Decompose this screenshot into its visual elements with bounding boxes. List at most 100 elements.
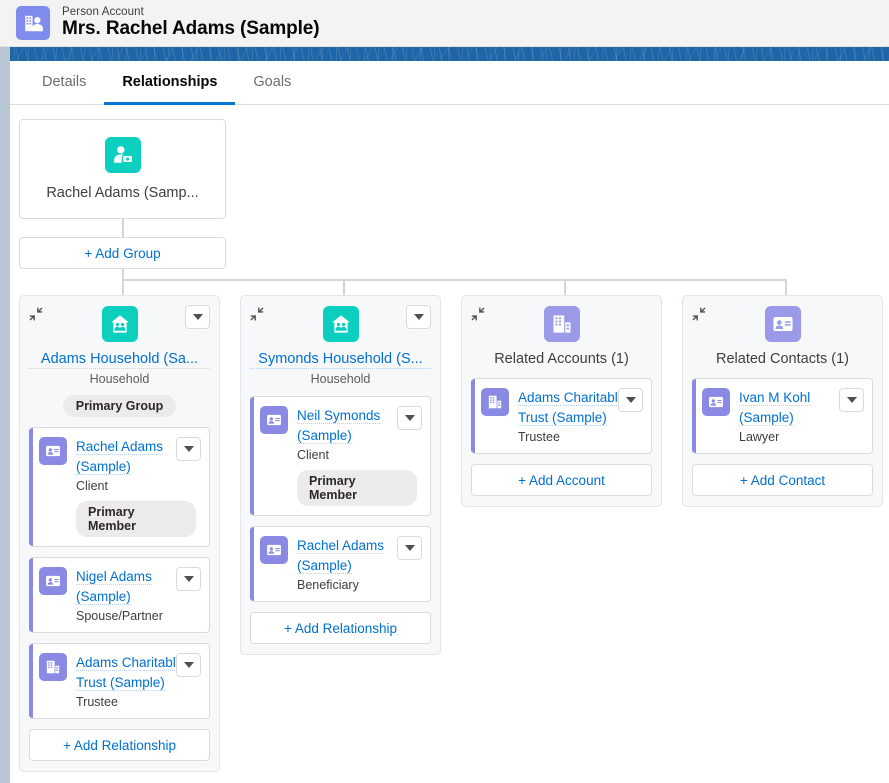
column-subtitle: Household	[311, 372, 371, 386]
account-icon	[481, 388, 509, 416]
column-badge-wrap: Primary Group	[29, 386, 210, 417]
column-title: Related Contacts (1)	[692, 351, 873, 368]
connector-drop-4	[785, 279, 787, 295]
chevron-down-icon	[184, 662, 194, 668]
member-badge: Primary Member	[76, 501, 196, 537]
member-card[interactable]: Adams Charitable Trust (Sample) Trustee	[29, 643, 210, 719]
account-icon	[544, 306, 580, 342]
connector-root-down	[122, 219, 124, 237]
page-header: Person Account Mrs. Rachel Adams (Sample…	[0, 0, 889, 47]
member-role: Client	[76, 479, 196, 493]
connector-drop-2	[343, 279, 345, 295]
column-subtitle: Household	[90, 372, 150, 386]
column-header: Related Contacts (1)	[692, 304, 873, 368]
chevron-down-icon	[414, 314, 424, 320]
member-role: Trustee	[518, 430, 638, 444]
group-column-adams-household: Adams Household (Sa... Household Primary…	[19, 295, 220, 772]
collapse-icon[interactable]	[692, 307, 706, 321]
member-badge: Primary Member	[297, 470, 417, 506]
member-card[interactable]: Adams Charitable Trust (Sample) Trustee	[471, 378, 652, 454]
page-title: Mrs. Rachel Adams (Sample)	[62, 19, 320, 40]
member-menu-button[interactable]	[839, 388, 864, 412]
member-name-link[interactable]: Rachel Adams (Sample)	[297, 538, 384, 574]
member-name-link[interactable]: Ivan M Kohl (Sample)	[739, 390, 810, 426]
content-area: Details Relationships Goals Rachel Adams…	[0, 61, 889, 783]
chevron-down-icon	[405, 545, 415, 551]
collapse-icon[interactable]	[250, 307, 264, 321]
member-menu-button[interactable]	[176, 437, 201, 461]
tab-details[interactable]: Details	[24, 62, 104, 105]
column-title[interactable]: Symonds Household (S...	[250, 351, 431, 369]
record-type-label: Person Account	[62, 6, 320, 19]
member-menu-button[interactable]	[397, 536, 422, 560]
group-column-related-accounts: Related Accounts (1)	[461, 295, 662, 507]
member-menu-button[interactable]	[176, 567, 201, 591]
member-card[interactable]: Rachel Adams (Sample) Beneficiary	[250, 526, 431, 602]
collapse-icon[interactable]	[29, 307, 43, 321]
decorative-banner	[0, 47, 889, 61]
member-role: Beneficiary	[297, 578, 417, 592]
chevron-down-icon	[193, 314, 203, 320]
member-role: Spouse/Partner	[76, 609, 196, 623]
member-role: Trustee	[76, 695, 196, 709]
household-icon	[323, 306, 359, 342]
member-card[interactable]: Nigel Adams (Sample) Spouse/Partner	[29, 557, 210, 633]
add-account-button[interactable]: + Add Account	[471, 464, 652, 496]
contact-icon	[260, 406, 288, 434]
member-name-link[interactable]: Rachel Adams (Sample)	[76, 439, 163, 475]
column-title: Related Accounts (1)	[471, 351, 652, 368]
member-card[interactable]: Neil Symonds (Sample) Client Primary Mem…	[250, 396, 431, 516]
root-node-name: Rachel Adams (Samp...	[46, 185, 198, 201]
column-menu-button[interactable]	[185, 305, 210, 329]
member-name-link[interactable]: Adams Charitable Trust (Sample)	[76, 655, 183, 691]
chevron-down-icon	[847, 397, 857, 403]
add-contact-button[interactable]: + Add Contact	[692, 464, 873, 496]
connector-drop-1	[122, 279, 124, 295]
add-group-button[interactable]: + Add Group	[19, 237, 226, 269]
add-relationship-button[interactable]: + Add Relationship	[29, 729, 210, 761]
chevron-down-icon	[405, 415, 415, 421]
column-title[interactable]: Adams Household (Sa...	[29, 351, 210, 369]
root-node-card[interactable]: Rachel Adams (Samp...	[19, 119, 226, 219]
chevron-down-icon	[184, 576, 194, 582]
person-account-teal-icon	[105, 137, 141, 173]
contact-icon	[260, 536, 288, 564]
left-rail	[0, 61, 10, 783]
chevron-down-icon	[626, 397, 636, 403]
connector-bus-h	[122, 279, 787, 281]
add-relationship-button[interactable]: + Add Relationship	[250, 612, 431, 644]
person-account-icon	[16, 6, 50, 40]
member-name-link[interactable]: Adams Charitable Trust (Sample)	[518, 390, 625, 426]
contact-icon	[702, 388, 730, 416]
status-badge: Primary Group	[63, 395, 177, 417]
connector-drop-3	[564, 279, 566, 295]
tab-bar: Details Relationships Goals	[10, 61, 889, 105]
chevron-down-icon	[184, 446, 194, 452]
tab-goals[interactable]: Goals	[235, 62, 309, 105]
column-header: Related Accounts (1)	[471, 304, 652, 368]
member-role: Client	[297, 448, 417, 462]
contact-icon	[39, 437, 67, 465]
column-header: Symonds Household (S... Household	[250, 304, 431, 386]
household-icon	[102, 306, 138, 342]
account-icon	[39, 653, 67, 681]
member-menu-button[interactable]	[176, 653, 201, 677]
contact-icon	[39, 567, 67, 595]
column-menu-button[interactable]	[406, 305, 431, 329]
member-menu-button[interactable]	[397, 406, 422, 430]
member-card[interactable]: Ivan M Kohl (Sample) Lawyer	[692, 378, 873, 454]
group-column-symonds-household: Symonds Household (S... Household Neil S…	[240, 295, 441, 655]
banner-left-edge	[0, 47, 10, 61]
group-column-related-contacts: Related Contacts (1) Ivan M Kohl (Sample…	[682, 295, 883, 507]
header-text-block: Person Account Mrs. Rachel Adams (Sample…	[62, 6, 320, 41]
member-card[interactable]: Rachel Adams (Sample) Client Primary Mem…	[29, 427, 210, 547]
column-header: Adams Household (Sa... Household	[29, 304, 210, 386]
member-name-link[interactable]: Nigel Adams (Sample)	[76, 569, 152, 605]
member-name-link[interactable]: Neil Symonds (Sample)	[297, 408, 380, 444]
tab-relationships[interactable]: Relationships	[104, 62, 235, 105]
relationship-map: Rachel Adams (Samp... + Add Group	[10, 105, 889, 783]
contact-icon	[765, 306, 801, 342]
member-role: Lawyer	[739, 430, 859, 444]
member-menu-button[interactable]	[618, 388, 643, 412]
collapse-icon[interactable]	[471, 307, 485, 321]
